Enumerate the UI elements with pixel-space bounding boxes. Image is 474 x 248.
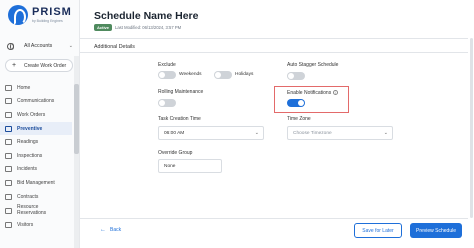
- rolling-maintenance-label: Rolling Maintenance: [158, 89, 204, 95]
- brand-name: PRISM: [32, 5, 72, 18]
- brand-tagline: by Building Engines: [32, 18, 63, 23]
- brand-logo[interactable]: PRISM by Building Engines: [8, 5, 72, 25]
- building-icon: [5, 207, 12, 214]
- sidebar-item-incidents[interactable]: Incidents: [0, 163, 72, 177]
- holidays-toggle[interactable]: [214, 71, 232, 79]
- sidebar-item-label: Home: [17, 84, 31, 91]
- sidebar: PRISM by Building Engines All Accounts ⌄…: [0, 0, 80, 248]
- info-icon[interactable]: i: [333, 90, 339, 96]
- footer-divider: [80, 218, 468, 219]
- sidebar-item-home[interactable]: Home: [0, 81, 72, 95]
- override-group-value: None: [164, 163, 176, 169]
- enable-notifications-text: Enable Notifications: [287, 90, 332, 96]
- sidebar-item-label: Inspections: [17, 152, 43, 159]
- wrench-icon: [5, 111, 12, 118]
- sidebar-item-label: Work Orders: [17, 111, 46, 118]
- account-selector[interactable]: All Accounts ⌄: [7, 40, 73, 52]
- globe-icon: [7, 42, 14, 50]
- override-group-label: Override Group: [158, 150, 193, 156]
- schedule-meta: Active Last Modified: 06/13/2024, 3:57 P…: [94, 24, 181, 31]
- sidebar-item-label: Visitors: [17, 222, 34, 229]
- clipboard-icon: [5, 152, 12, 159]
- page-title: Schedule Name Here: [94, 10, 199, 22]
- megaphone-icon: [5, 98, 12, 105]
- chevron-down-icon: ⌄: [68, 43, 73, 49]
- main-scrollbar[interactable]: [470, 38, 473, 218]
- task-creation-time-label: Task Creation Time: [158, 116, 201, 122]
- sidebar-item-label: Preventive: [17, 125, 43, 132]
- sidebar-nav: Home Communications Work Orders Preventi…: [0, 81, 72, 232]
- override-group-field[interactable]: None: [158, 159, 222, 173]
- alert-icon: [5, 166, 12, 173]
- calendar-icon: [5, 125, 12, 132]
- sidebar-item-readings[interactable]: Readings: [0, 135, 72, 149]
- main-content: Schedule Name Here Active Last Modified:…: [80, 0, 474, 248]
- account-label: All Accounts: [24, 43, 53, 49]
- sidebar-item-label: Communications: [17, 98, 55, 105]
- sidebar-item-label: Readings: [17, 139, 39, 146]
- holidays-label: Holidays: [235, 72, 254, 77]
- sidebar-item-resource-reservations[interactable]: Resource Reservations: [0, 203, 72, 218]
- sidebar-item-label: Resource Reservations: [17, 204, 47, 216]
- back-label: Back: [110, 227, 122, 233]
- plus-icon: +: [11, 62, 17, 69]
- chevron-down-icon: ⌄: [383, 130, 388, 136]
- time-zone-label: Time Zone: [287, 116, 311, 122]
- weekends-toggle[interactable]: [158, 71, 176, 79]
- sidebar-item-communications[interactable]: Communications: [0, 95, 72, 109]
- time-zone-select[interactable]: Choose Timezone ⌄: [287, 126, 393, 140]
- exclude-label: Exclude: [158, 62, 176, 68]
- sidebar-item-label: Incidents: [17, 166, 38, 173]
- arrow-left-icon: ←: [100, 227, 106, 233]
- home-icon: [5, 84, 12, 91]
- status-badge: Active: [94, 24, 113, 31]
- divider: [80, 52, 468, 53]
- sidebar-item-inspections[interactable]: Inspections: [0, 149, 72, 163]
- enable-notifications-toggle[interactable]: [287, 99, 305, 107]
- save-for-later-button[interactable]: Save for Later: [354, 223, 402, 238]
- section-title: Additional Details: [94, 44, 135, 50]
- auto-stagger-toggle[interactable]: [287, 72, 305, 80]
- create-work-order-button[interactable]: + Create Work Order: [5, 59, 73, 72]
- last-modified: Last Modified: 06/13/2024, 3:57 PM: [115, 25, 182, 30]
- task-creation-time-select[interactable]: 06:00 AM ⌄: [158, 126, 264, 140]
- sidebar-item-preventive[interactable]: Preventive: [0, 121, 72, 136]
- document-icon: [5, 193, 12, 200]
- gavel-icon: [5, 179, 12, 186]
- time-zone-placeholder: Choose Timezone: [293, 130, 332, 136]
- preview-schedule-button[interactable]: Preview Schedule: [410, 223, 462, 238]
- sidebar-item-bid-management[interactable]: Bid Management: [0, 176, 72, 190]
- task-creation-time-value: 06:00 AM: [164, 130, 185, 136]
- sidebar-item-visitors[interactable]: Visitors: [0, 218, 72, 232]
- auto-stagger-label: Auto Stagger Schedule: [287, 62, 339, 68]
- sidebar-item-label: Bid Management: [17, 179, 55, 186]
- sidebar-scrollbar-thumb[interactable]: [74, 84, 79, 154]
- enable-notifications-label: Enable Notifications i: [287, 90, 339, 96]
- gauge-icon: [5, 139, 12, 146]
- prism-logo-icon: [8, 5, 28, 25]
- sidebar-item-work-orders[interactable]: Work Orders: [0, 108, 72, 122]
- create-work-order-label: Create Work Order: [24, 62, 67, 69]
- weekends-label: Weekends: [179, 72, 202, 77]
- chevron-down-icon: ⌄: [254, 130, 259, 136]
- back-link[interactable]: ← Back: [100, 227, 121, 233]
- sidebar-item-label: Contracts: [17, 193, 39, 200]
- person-icon: [5, 222, 12, 229]
- divider: [80, 38, 468, 39]
- rolling-maintenance-toggle[interactable]: [158, 99, 176, 107]
- sidebar-item-contracts[interactable]: Contracts: [0, 190, 72, 204]
